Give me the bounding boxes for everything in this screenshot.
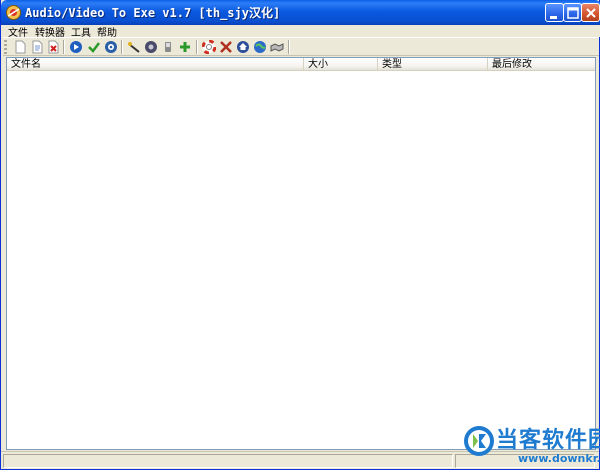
open-file-icon[interactable]	[30, 40, 44, 54]
menu-bar: 文件 转换器 工具 帮助	[1, 25, 600, 39]
column-header-modified[interactable]: 最后修改	[488, 58, 595, 71]
handshake-icon[interactable]	[270, 40, 284, 54]
minimize-button[interactable]	[545, 3, 564, 22]
app-window: Audio/Video To Exe v1.7 [th_sjy汉化] 文件 转换…	[0, 0, 600, 470]
play-icon[interactable]	[69, 40, 83, 54]
device-icon[interactable]	[161, 40, 175, 54]
close-icon	[586, 8, 596, 18]
help-lifebuoy-icon[interactable]	[202, 40, 216, 54]
toolbar-separator	[121, 40, 123, 54]
watermark-text: 当客软件园	[496, 428, 600, 453]
app-icon[interactable]	[5, 4, 22, 21]
watermark-logo-icon	[464, 426, 494, 456]
window-title: Audio/Video To Exe v1.7 [th_sjy汉化]	[25, 6, 281, 20]
toolbar-grip[interactable]	[4, 40, 7, 54]
toolbar-separator	[63, 40, 65, 54]
list-header: 文件名 大小 类型 最后修改	[7, 58, 595, 71]
title-bar[interactable]: Audio/Video To Exe v1.7 [th_sjy汉化]	[1, 0, 600, 25]
toolbar-separator	[196, 40, 198, 54]
toolbar	[3, 37, 599, 56]
toolbar-separator	[288, 40, 290, 54]
watermark-url: www.downkr.com	[518, 452, 600, 465]
check-icon[interactable]	[87, 40, 101, 54]
file-list[interactable]: 文件名 大小 类型 最后修改	[6, 57, 596, 450]
home-globe-icon[interactable]	[236, 40, 250, 54]
tools-icon[interactable]	[219, 40, 233, 54]
magic-wand-icon[interactable]	[127, 40, 141, 54]
settings-disc-icon[interactable]	[104, 40, 118, 54]
column-header-filename[interactable]: 文件名	[7, 58, 304, 71]
plus-icon[interactable]	[178, 40, 192, 54]
column-header-type[interactable]: 类型	[378, 58, 488, 71]
music-disc-icon[interactable]	[144, 40, 158, 54]
web-globe-icon[interactable]	[253, 40, 267, 54]
maximize-button[interactable]	[563, 3, 582, 22]
new-file-icon[interactable]	[13, 40, 27, 54]
delete-file-icon[interactable]	[46, 40, 60, 54]
close-button[interactable]	[581, 3, 600, 22]
column-header-size[interactable]: 大小	[304, 58, 378, 71]
watermark: 当客软件园 www.downkr.com	[458, 420, 600, 470]
status-pane-main	[3, 454, 453, 468]
